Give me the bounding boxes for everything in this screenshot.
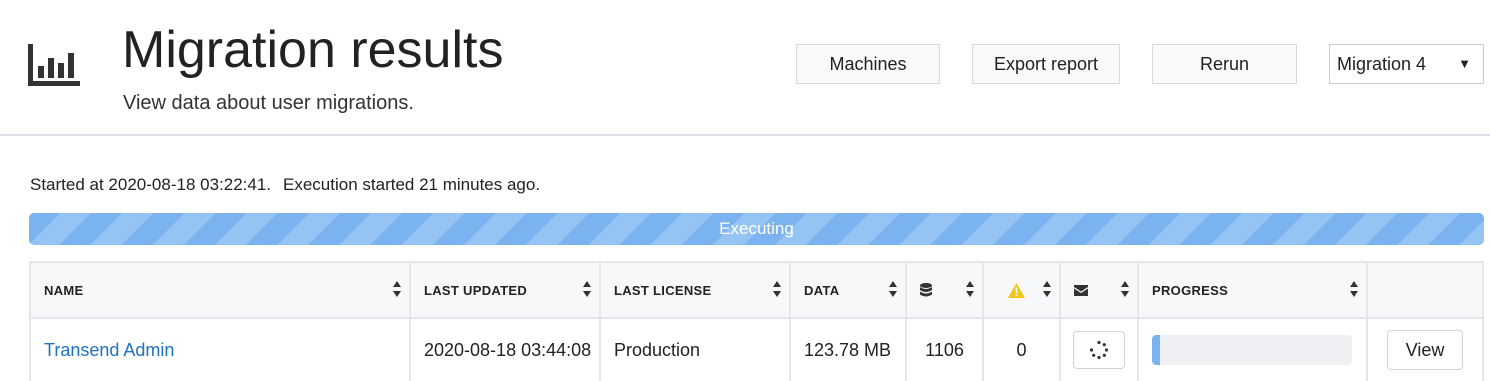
row-progress-bar <box>1152 335 1352 365</box>
cell-data: 123.78 MB <box>789 317 907 381</box>
sort-icon <box>966 281 974 297</box>
rerun-button[interactable]: Rerun <box>1152 44 1297 84</box>
table-row: Transend Admin 2020-08-18 03:44:08 Produ… <box>29 317 1484 381</box>
page-header: Migration results View data about user m… <box>0 0 1490 136</box>
sort-icon <box>1350 281 1358 297</box>
execution-status-text: Started at 2020-08-18 03:22:41. Execution… <box>30 175 540 195</box>
column-header-last-license[interactable]: LAST LICENSE <box>599 261 791 319</box>
cell-last-license: Production <box>599 317 791 381</box>
cell-warnings: 0 <box>982 317 1061 381</box>
sort-icon <box>889 281 897 297</box>
cell-mail-status <box>1059 317 1139 381</box>
export-report-button[interactable]: Export report <box>972 44 1120 84</box>
sort-icon <box>583 281 591 297</box>
envelope-icon <box>1074 284 1088 296</box>
cell-name: Transend Admin <box>29 317 411 381</box>
sort-icon <box>773 281 781 297</box>
progress-label: Executing <box>719 219 794 238</box>
spinner-icon <box>1089 340 1109 360</box>
cell-actions: View <box>1366 317 1484 381</box>
cell-last-updated: 2020-08-18 03:44:08 <box>409 317 601 381</box>
column-header-warnings[interactable] <box>982 261 1061 319</box>
mail-status-button[interactable] <box>1073 331 1125 369</box>
cell-progress <box>1137 317 1368 381</box>
column-header-name[interactable]: NAME <box>29 261 411 319</box>
sort-icon <box>1121 281 1129 297</box>
warning-icon <box>1008 282 1025 298</box>
page-subtitle: View data about user migrations. <box>123 92 414 114</box>
machines-button[interactable]: Machines <box>796 44 940 84</box>
view-button[interactable]: View <box>1387 330 1463 370</box>
table-header-row: NAME LAST UPDATED LAST LICENSE DATA PROG… <box>29 261 1484 319</box>
migration-select-value: Migration 4 <box>1337 53 1427 74</box>
column-header-data[interactable]: DATA <box>789 261 907 319</box>
user-name-link[interactable]: Transend Admin <box>44 340 174 360</box>
database-icon <box>920 283 932 297</box>
column-header-progress[interactable]: PROGRESS <box>1137 261 1368 319</box>
execution-started-text: Execution started 21 minutes ago. <box>283 175 541 194</box>
column-header-database[interactable] <box>905 261 984 319</box>
column-header-actions <box>1366 261 1484 319</box>
sort-icon <box>1043 281 1051 297</box>
column-header-mail[interactable] <box>1059 261 1139 319</box>
migration-select[interactable]: Migration 4 ▼ <box>1329 44 1484 84</box>
page-title: Migration results <box>122 21 504 79</box>
sort-icon <box>393 281 401 297</box>
execution-progress-bar: Executing <box>29 213 1484 245</box>
caret-down-icon: ▼ <box>1458 56 1471 71</box>
row-progress-fill <box>1152 335 1160 365</box>
results-table: NAME LAST UPDATED LAST LICENSE DATA PROG… <box>29 261 1484 381</box>
cell-database-count: 1106 <box>905 317 984 381</box>
started-at-text: Started at 2020-08-18 03:22:41. <box>30 175 272 194</box>
bar-chart-icon <box>28 44 80 86</box>
column-header-last-updated[interactable]: LAST UPDATED <box>409 261 601 319</box>
